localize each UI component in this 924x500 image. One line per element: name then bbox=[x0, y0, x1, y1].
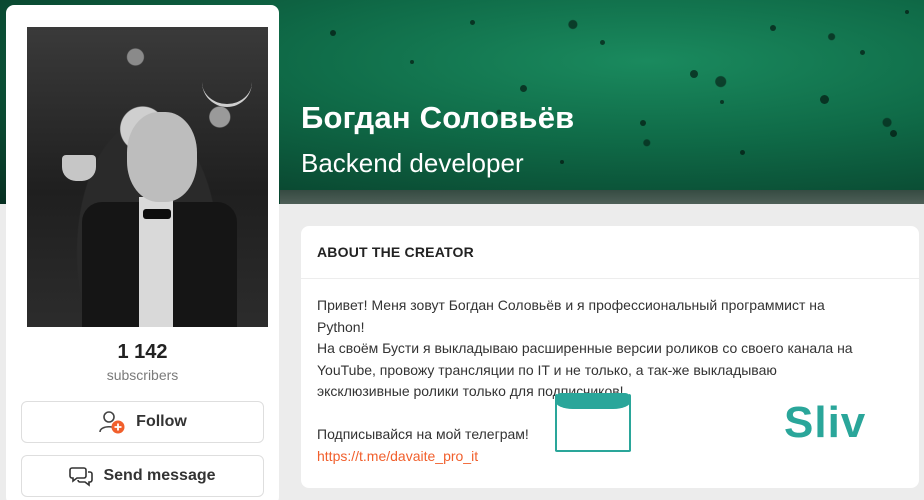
about-line: Python! bbox=[317, 318, 365, 335]
send-message-button[interactable]: Send message bbox=[21, 455, 264, 497]
about-line: Привет! Меня зовут Богдан Соловьёв и я п… bbox=[317, 297, 825, 313]
about-line: На своём Бусти я выкладываю расширенные … bbox=[317, 340, 853, 356]
chat-bubbles-icon bbox=[69, 465, 94, 487]
send-message-label: Send message bbox=[103, 467, 216, 484]
cover-bottom-strip bbox=[280, 190, 924, 204]
watermark-lid-icon bbox=[555, 393, 631, 409]
watermark-text: Sliv bbox=[784, 398, 867, 447]
add-user-icon bbox=[98, 409, 126, 435]
avatar bbox=[27, 27, 268, 327]
follow-label: Follow bbox=[136, 413, 187, 430]
creator-name: Богдан Соловьёв bbox=[301, 100, 575, 135]
about-title: ABOUT THE CREATOR bbox=[301, 226, 919, 279]
profile-card: 1 142 subscribers Follow Send message bbox=[6, 5, 279, 500]
subscribers-label: subscribers bbox=[106, 367, 179, 383]
about-line: YouTube, провожу трансляции по IT и не т… bbox=[317, 361, 777, 378]
subscribers-count: 1 142 bbox=[117, 341, 168, 363]
creator-role: Backend developer bbox=[301, 148, 524, 178]
telegram-link[interactable]: https://t.me/davaite_pro_it bbox=[317, 448, 478, 464]
follow-button[interactable]: Follow bbox=[21, 401, 264, 443]
